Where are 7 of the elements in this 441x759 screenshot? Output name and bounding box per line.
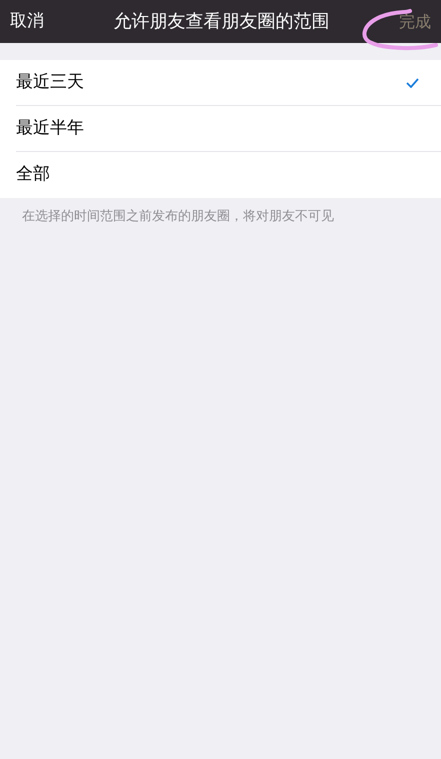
nav-title: 允许朋友查看朋友圈的范围	[114, 10, 330, 34]
done-button[interactable]: 完成	[399, 10, 431, 34]
footer-note: 在选择的时间范围之前发布的朋友圈，将对朋友不可见	[21, 208, 335, 226]
option-row[interactable]: 最近半年	[16, 106, 441, 152]
option-row[interactable]: 最近三天	[16, 60, 441, 106]
option-row[interactable]: 全部	[16, 152, 441, 198]
cancel-button[interactable]: 取消	[10, 8, 44, 34]
